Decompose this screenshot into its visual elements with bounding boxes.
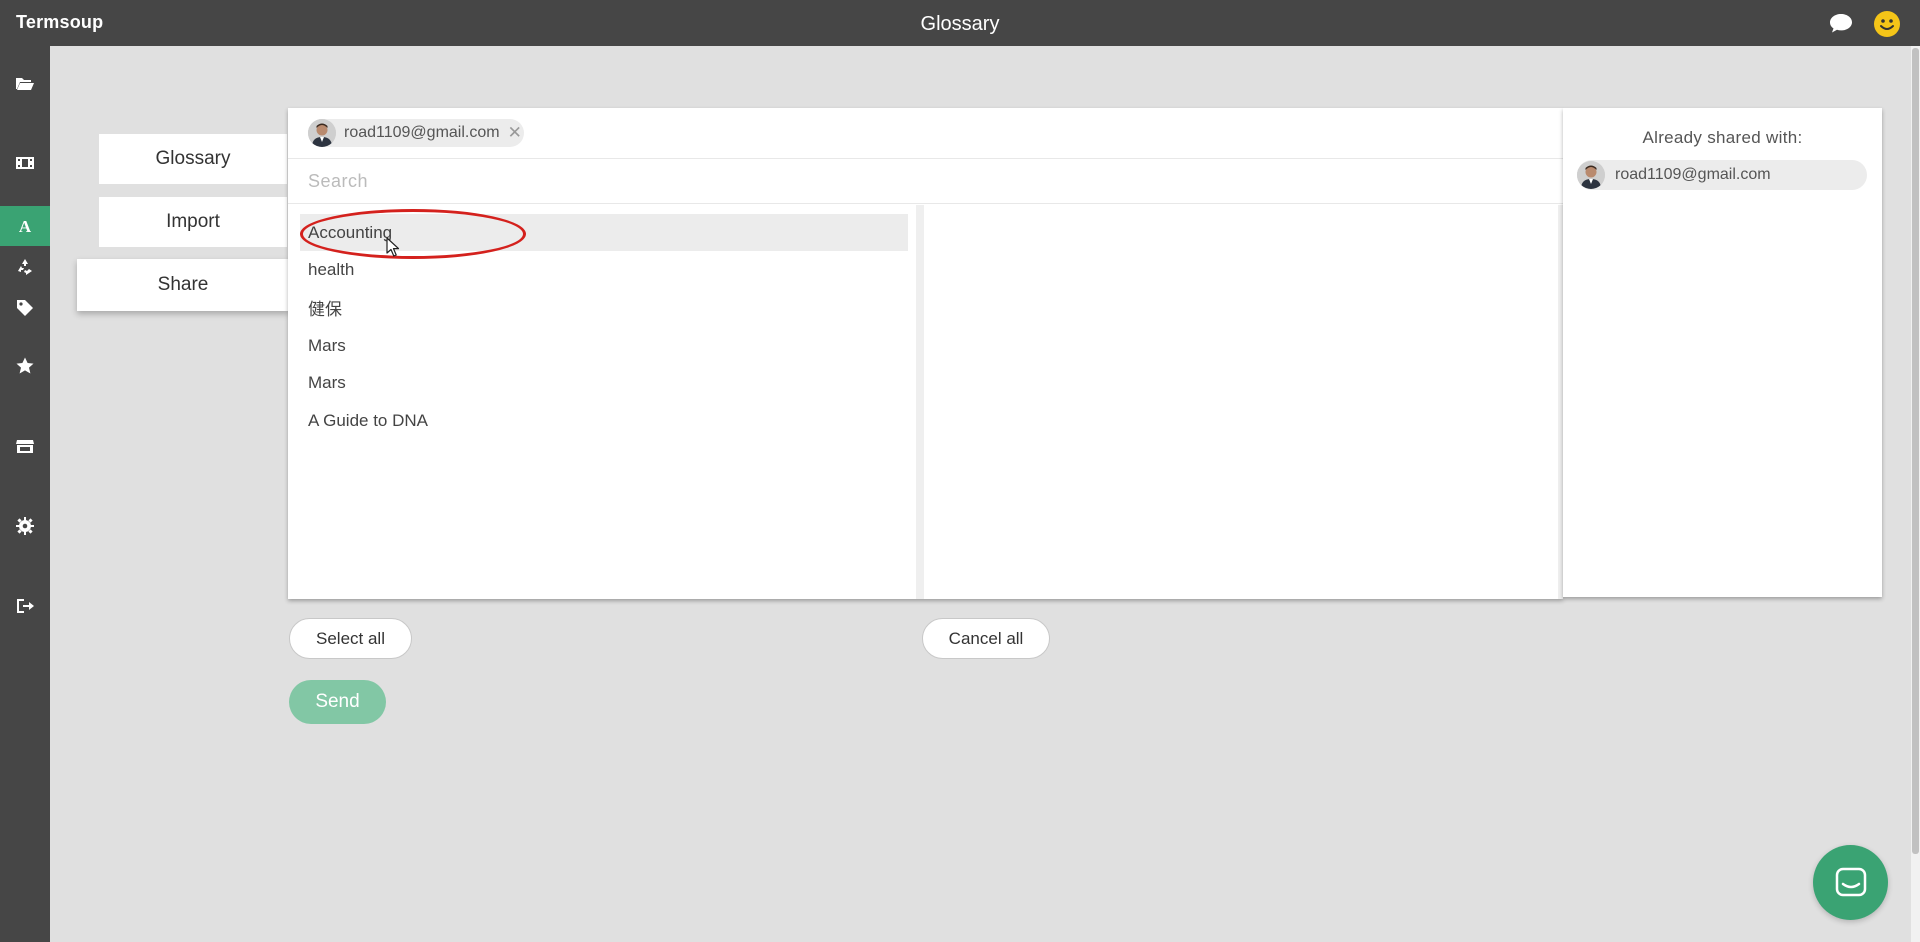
list-scrollbar-left[interactable] <box>916 205 924 599</box>
chat-bubble-icon[interactable] <box>1828 11 1854 35</box>
search-row <box>288 159 1563 204</box>
page-title: Glossary <box>920 13 1000 35</box>
recipient-row: road1109@gmail.com ✕ <box>288 108 1563 159</box>
tab-import[interactable]: Import <box>99 197 287 247</box>
shared-user-chip: road1109@gmail.com <box>1577 160 1867 190</box>
share-panel: road1109@gmail.com ✕ Accounting health 健… <box>288 108 1563 599</box>
glossary-list: Accounting health 健保 Mars Mars A Guide t… <box>288 205 916 599</box>
search-input[interactable] <box>308 167 1508 195</box>
chat-widget-icon <box>1835 867 1866 896</box>
page-scrollbar[interactable] <box>1911 46 1920 942</box>
tab-glossary[interactable]: Glossary <box>99 134 287 184</box>
tab-share[interactable]: Share <box>77 259 289 311</box>
glossary-a-icon: A <box>19 217 32 236</box>
folder-open-icon <box>16 78 34 90</box>
top-bar: Termsoup Glossary <box>0 0 1920 46</box>
mouse-cursor-icon <box>386 237 400 257</box>
sidebar-item-recycle[interactable] <box>0 247 50 287</box>
page-scrollbar-thumb[interactable] <box>1912 48 1919 854</box>
already-shared-title: Already shared with: <box>1642 128 1803 147</box>
list-item[interactable]: 健保 <box>300 289 908 326</box>
left-sidebar: A <box>0 46 50 942</box>
sidebar-item-logout[interactable] <box>0 586 50 626</box>
list-item[interactable]: Mars <box>300 327 908 364</box>
shared-user-email: road1109@gmail.com <box>1615 166 1771 183</box>
recycle-icon <box>18 259 32 275</box>
sidebar-item-files[interactable] <box>0 63 50 103</box>
select-all-button[interactable]: Select all <box>289 618 412 659</box>
sidebar-item-media[interactable] <box>0 143 50 183</box>
avatar <box>1577 161 1605 189</box>
send-button[interactable]: Send <box>289 680 386 724</box>
sidebar-item-settings[interactable] <box>0 506 50 546</box>
store-icon <box>16 440 34 453</box>
avatar <box>308 119 336 147</box>
sidebar-item-store[interactable] <box>0 426 50 466</box>
close-icon[interactable]: ✕ <box>508 123 522 143</box>
film-icon <box>16 157 34 169</box>
list-item[interactable]: A Guide to DNA <box>300 402 908 439</box>
selected-list <box>924 205 1558 599</box>
sidebar-item-glossary[interactable]: A <box>0 206 50 246</box>
smiley-icon[interactable] <box>1873 10 1901 38</box>
recipient-email: road1109@gmail.com <box>344 124 500 141</box>
support-chat-button[interactable] <box>1813 845 1888 920</box>
list-item[interactable]: Mars <box>300 364 908 401</box>
sign-out-icon <box>17 599 34 613</box>
sidebar-item-favorites[interactable] <box>0 346 50 386</box>
sidebar-item-tags[interactable] <box>0 288 50 328</box>
recipient-chip[interactable]: road1109@gmail.com ✕ <box>308 119 524 147</box>
star-icon <box>16 357 34 374</box>
cancel-all-button[interactable]: Cancel all <box>922 618 1050 659</box>
gear-icon <box>16 517 34 535</box>
svg-text:A: A <box>19 217 32 236</box>
tag-icon <box>17 300 33 316</box>
already-shared-panel: Already shared with: road1109@gmail.com <box>1563 108 1882 597</box>
